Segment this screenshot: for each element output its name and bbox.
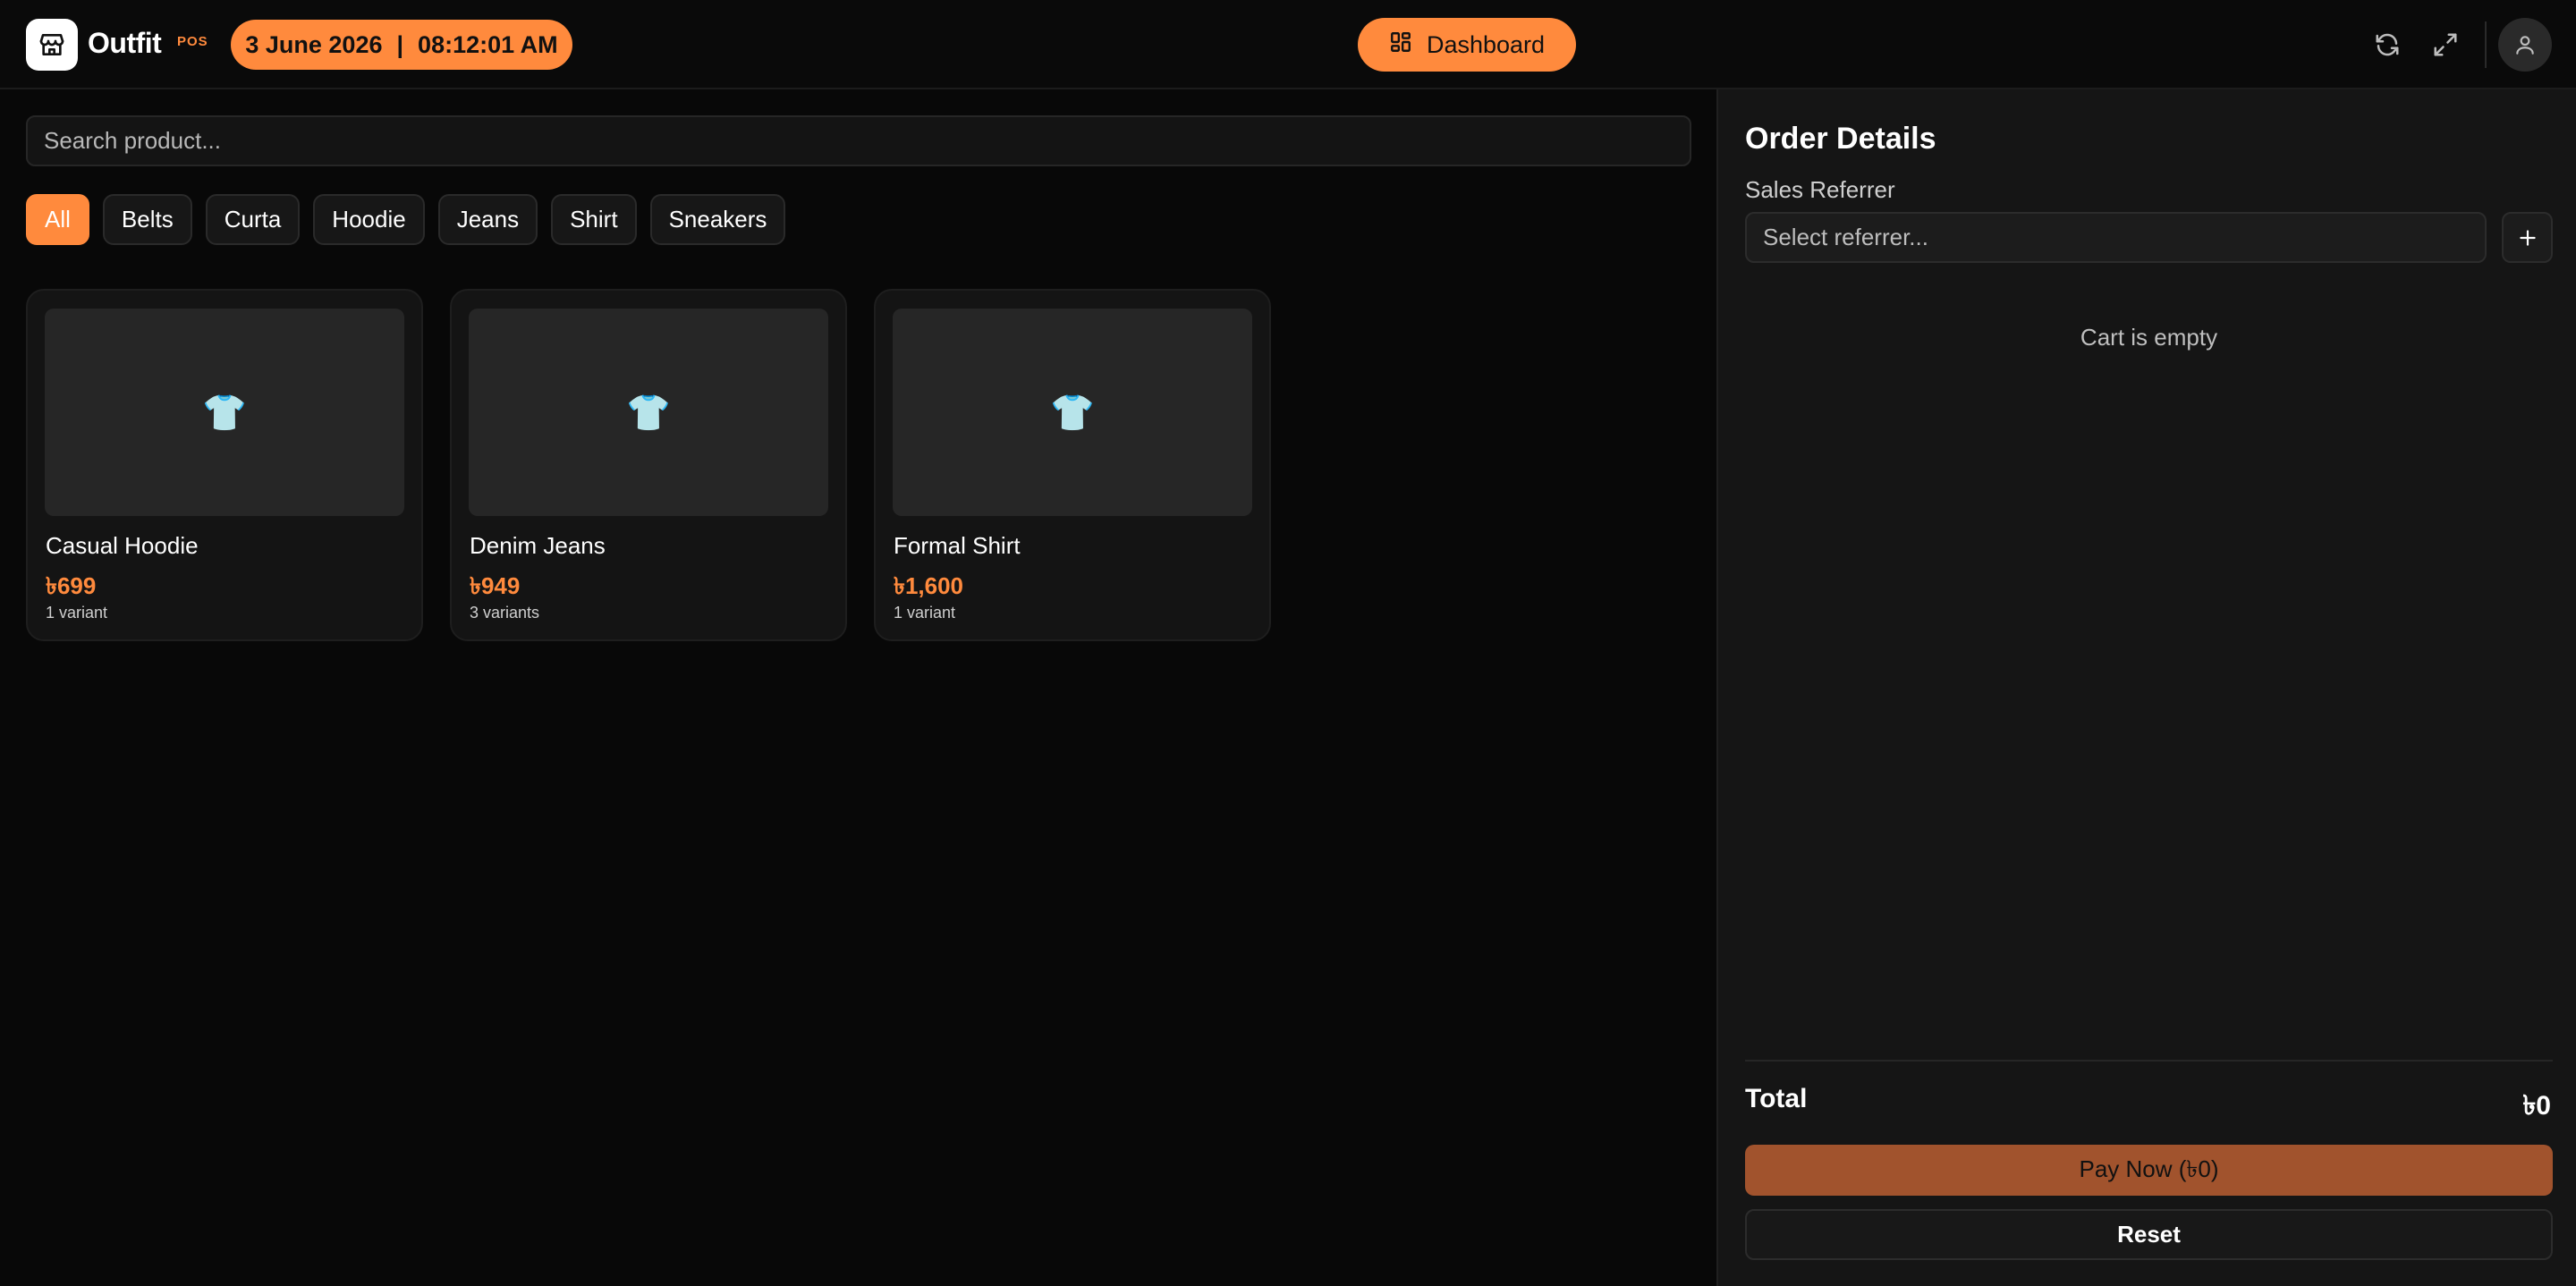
category-chip-curta[interactable]: Curta: [205, 194, 301, 245]
refresh-icon[interactable]: [2368, 25, 2407, 64]
datetime-badge: 3 June 2026 | 08:12:01 AM: [231, 20, 572, 70]
product-name: Casual Hoodie: [46, 532, 199, 559]
shirt-icon: 👕: [1050, 393, 1095, 433]
category-chip-jeans[interactable]: Jeans: [437, 194, 538, 245]
product-grid: 👕 Casual Hoodie ৳699 1 variant 👕 Denim J…: [26, 289, 1271, 641]
current-date: 3 June 2026: [245, 30, 383, 58]
product-card[interactable]: 👕 Casual Hoodie ৳699 1 variant: [26, 289, 423, 641]
user-icon[interactable]: [2498, 18, 2552, 72]
category-chip-hoodie[interactable]: Hoodie: [313, 194, 425, 245]
header-divider: [2485, 21, 2487, 68]
category-chip-all[interactable]: All: [26, 194, 89, 245]
product-price: ৳699: [46, 572, 97, 599]
order-title: Order Details: [1745, 122, 1936, 156]
referrer-select[interactable]: Select referrer...: [1745, 212, 2487, 263]
product-image: 👕: [469, 309, 828, 516]
cart-empty-message: Cart is empty: [2080, 324, 2218, 351]
plus-icon: [2519, 229, 2536, 246]
product-price: ৳1,600: [894, 572, 964, 599]
current-time: 08:12:01 AM: [418, 30, 558, 58]
category-chip-shirt[interactable]: Shirt: [551, 194, 637, 245]
grid-icon: [1389, 30, 1412, 60]
total-label: Total: [1745, 1084, 1808, 1113]
product-card[interactable]: 👕 Denim Jeans ৳949 3 variants: [450, 289, 847, 641]
product-name: Formal Shirt: [894, 532, 1021, 559]
product-image: 👕: [893, 309, 1252, 516]
shirt-icon: 👕: [626, 393, 671, 433]
logo-badge: POS: [177, 34, 208, 49]
total-divider: [1745, 1060, 2553, 1062]
product-card[interactable]: 👕 Formal Shirt ৳1,600 1 variant: [874, 289, 1271, 641]
top-bar: Outfit POS 3 June 2026 | 08:12:01 AM Das…: [0, 0, 2576, 89]
search-input[interactable]: [26, 115, 1691, 166]
reset-button[interactable]: Reset: [1745, 1209, 2553, 1260]
product-variants: 1 variant: [894, 604, 956, 622]
product-price: ৳949: [470, 572, 521, 599]
product-variants: 3 variants: [470, 604, 540, 622]
dashboard-button[interactable]: Dashboard: [1358, 18, 1576, 72]
referrer-label: Sales Referrer: [1745, 176, 1895, 203]
logo-text: Outfit: [88, 27, 162, 59]
fullscreen-icon[interactable]: [2426, 25, 2465, 64]
total-value: ৳0: [2522, 1091, 2551, 1121]
datetime-separator: |: [396, 30, 404, 58]
add-referrer-button[interactable]: [2502, 212, 2553, 263]
category-filter: All Belts Curta Hoodie Jeans Shirt Sneak…: [26, 194, 786, 245]
pay-now-button[interactable]: Pay Now (৳0): [1745, 1145, 2553, 1196]
product-image: 👕: [45, 309, 404, 516]
category-chip-belts[interactable]: Belts: [102, 194, 192, 245]
order-panel: Order Details Sales Referrer Select refe…: [1716, 89, 2576, 1286]
store-icon: [26, 19, 78, 71]
dashboard-label: Dashboard: [1426, 30, 1546, 58]
product-name: Denim Jeans: [470, 532, 606, 559]
product-variants: 1 variant: [46, 604, 108, 622]
shirt-icon: 👕: [202, 393, 247, 433]
category-chip-sneakers[interactable]: Sneakers: [649, 194, 786, 245]
